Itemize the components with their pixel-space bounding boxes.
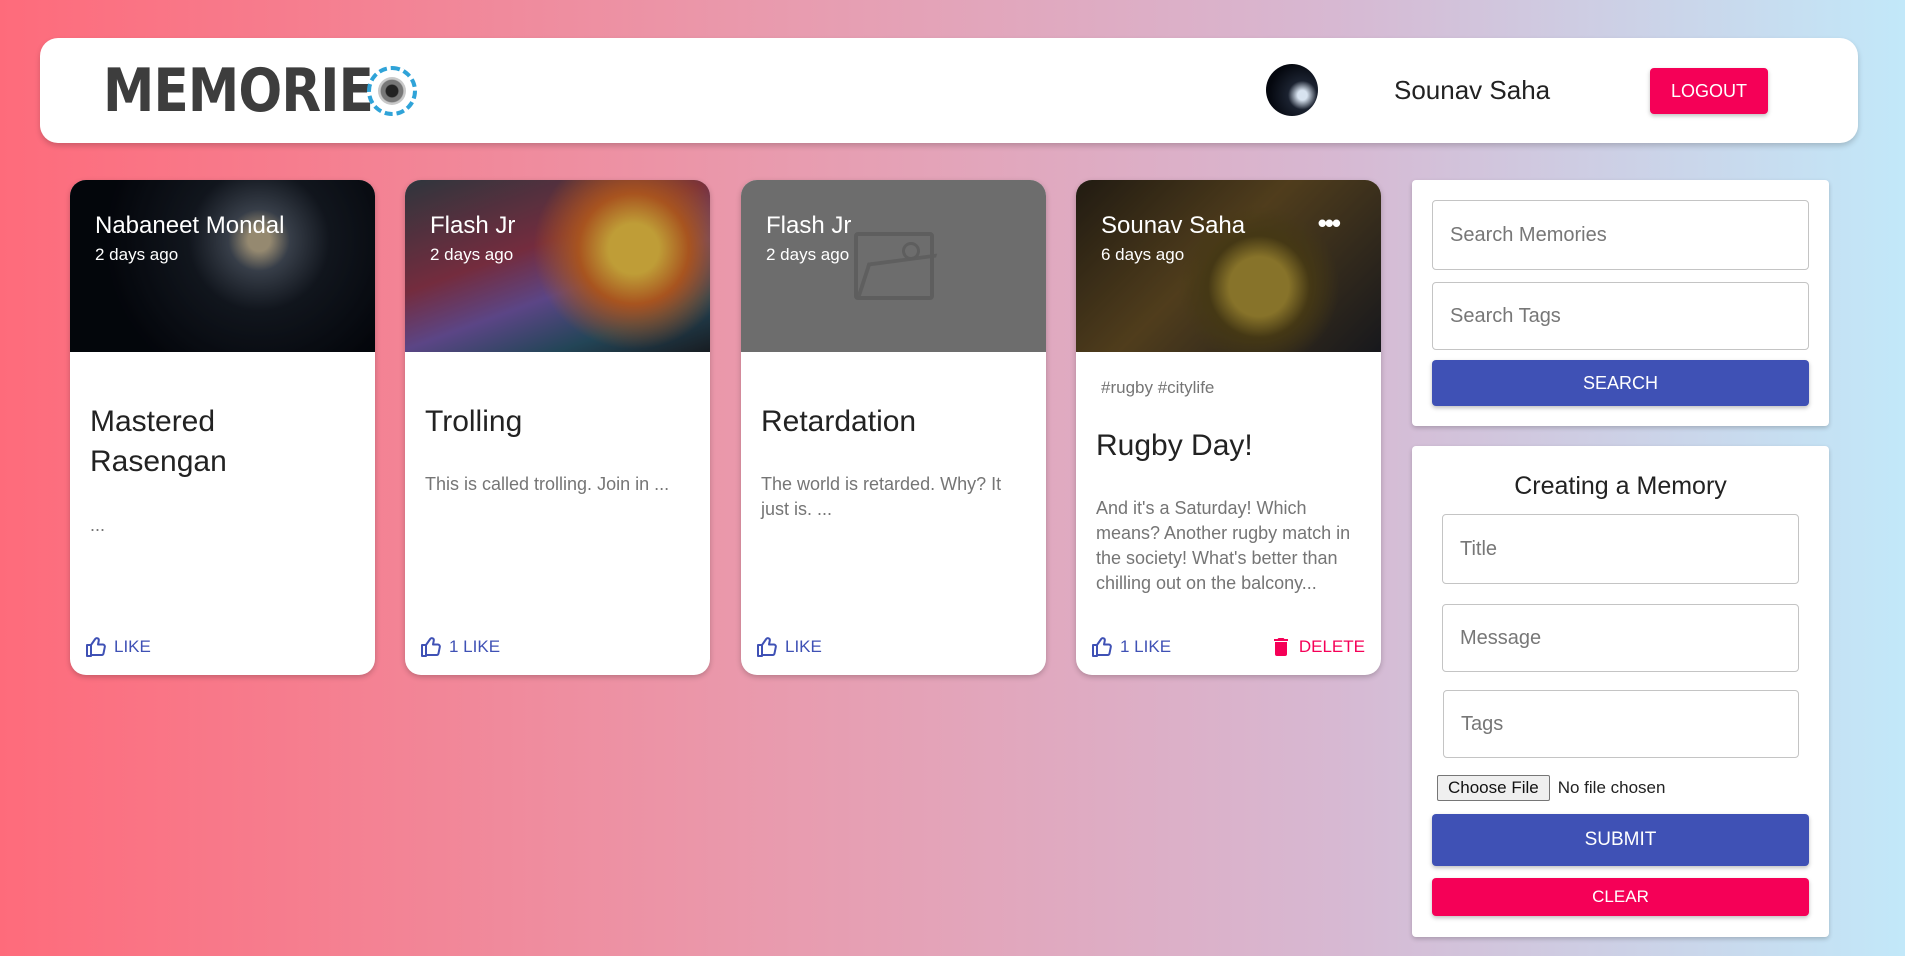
like-label: LIKE (785, 637, 822, 656)
like-label: 1 LIKE (449, 637, 501, 656)
post-image (70, 180, 375, 352)
search-memories-input[interactable] (1432, 200, 1809, 270)
like-button[interactable]: LIKE (755, 635, 822, 659)
post-image (405, 180, 710, 352)
file-input: Choose File No file chosen (1437, 775, 1665, 801)
post-title: Trolling (425, 405, 523, 438)
app-bar: MEMORIES Sounav Saha LOGOUT (40, 38, 1858, 143)
like-label: 1 LIKE (1120, 637, 1172, 656)
post-message: And it's a Saturday! Which means? Anothe… (1096, 498, 1351, 593)
trash-icon (1273, 638, 1288, 656)
username: Sounav Saha (1394, 75, 1551, 105)
message-field[interactable] (1442, 604, 1799, 672)
camera-lens-logo-icon (367, 66, 417, 116)
post-card[interactable]: Flash Jr 2 days ago Trolling This is cal… (405, 180, 710, 675)
post-actions: 1 LIKE (419, 631, 694, 663)
post-image (1076, 180, 1381, 352)
thumb-up-icon (1092, 637, 1112, 657)
post-message: The world is retarded. Why? It just is. … (761, 474, 1002, 519)
delete-label: DELETE (1298, 637, 1365, 656)
thumb-up-icon (421, 637, 441, 657)
post-author: Sounav Saha (1101, 212, 1246, 239)
brand[interactable]: MEMORIES (103, 56, 417, 126)
post-time: 2 days ago (95, 245, 179, 264)
post-time: 2 days ago (430, 245, 514, 264)
delete-button[interactable]: DELETE (1269, 635, 1365, 659)
logout-button[interactable]: LOGOUT (1650, 68, 1768, 114)
file-status: No file chosen (1557, 778, 1666, 797)
post-actions: LIKE (84, 631, 359, 663)
search-panel: SEARCH (1412, 180, 1829, 426)
brand-heading: MEMORIES (103, 56, 410, 126)
post-time: 2 days ago (766, 245, 850, 264)
like-button[interactable]: LIKE (84, 635, 151, 659)
post-author: Nabaneet Mondal (95, 212, 285, 239)
post-message: This is called trolling. Join in ... (425, 474, 670, 494)
choose-file-button[interactable]: Choose File (1437, 775, 1550, 801)
thumb-up-icon (86, 637, 106, 657)
like-button[interactable]: 1 LIKE (419, 635, 500, 659)
post-title: Mastered Rasengan (90, 405, 227, 478)
like-label: LIKE (114, 637, 151, 656)
post-message: ... (90, 515, 106, 535)
post-author: Flash Jr (430, 212, 516, 239)
post-title: Retardation (761, 405, 917, 438)
image-placeholder-icon (854, 232, 934, 300)
post-card[interactable]: Nabaneet Mondal 2 days ago Mastered Rase… (70, 180, 375, 675)
clear-button[interactable]: CLEAR (1432, 878, 1809, 916)
tags-field[interactable] (1443, 690, 1799, 758)
title-field[interactable] (1442, 514, 1799, 584)
post-time: 6 days ago (1101, 245, 1185, 264)
post-actions: 1 LIKE DELETE (1090, 631, 1365, 663)
post-author: Flash Jr (766, 212, 852, 239)
search-tags-input[interactable] (1432, 282, 1809, 350)
more-options-icon[interactable]: ••• (1318, 210, 1341, 236)
like-button[interactable]: 1 LIKE (1090, 635, 1171, 659)
post-tags: #rugby #citylife (1101, 378, 1215, 397)
avatar[interactable] (1266, 64, 1318, 116)
thumb-up-icon (757, 637, 777, 657)
search-button[interactable]: SEARCH (1432, 360, 1809, 406)
post-actions: LIKE (755, 631, 1030, 663)
post-card[interactable]: Sounav Saha 6 days ago ••• #rugby #cityl… (1076, 180, 1381, 675)
post-title: Rugby Day! (1096, 429, 1253, 462)
create-memory-form: Creating a Memory Choose File No file ch… (1412, 446, 1829, 937)
form-title: Creating a Memory (1514, 472, 1727, 500)
post-card[interactable]: Flash Jr 2 days ago Retardation The worl… (741, 180, 1046, 675)
submit-button[interactable]: SUBMIT (1432, 814, 1809, 866)
